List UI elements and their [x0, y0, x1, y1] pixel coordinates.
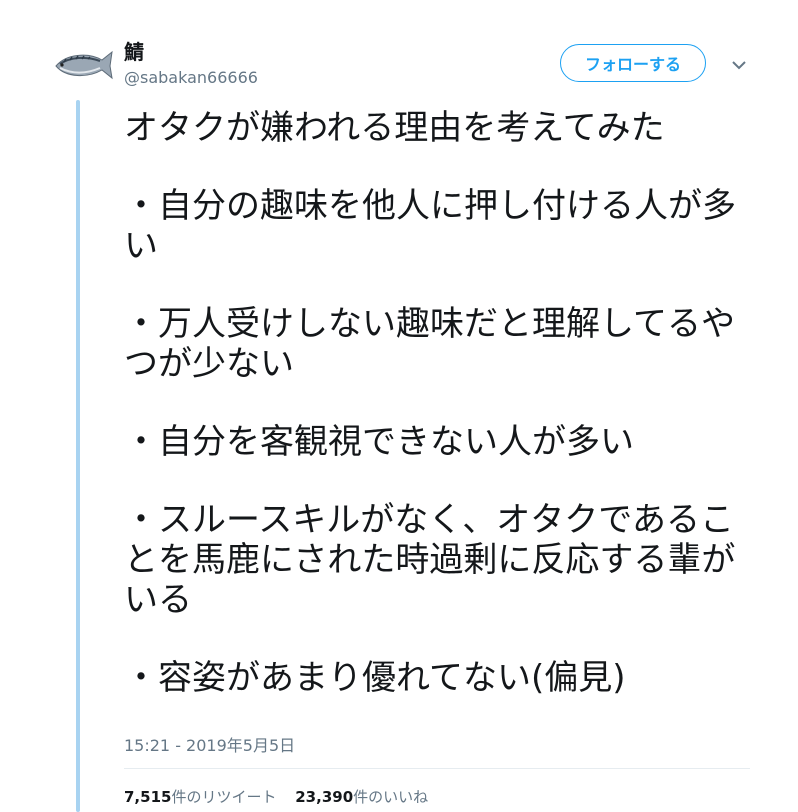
mackerel-avatar-icon	[55, 50, 113, 80]
tweet-line: つが少ない	[124, 344, 294, 384]
tweet-timestamp[interactable]: 15:21 - 2019年5月5日	[124, 732, 295, 756]
tweet-blank-line	[124, 266, 754, 304]
retweet-stat[interactable]: 7,515件のリツイート	[124, 788, 276, 806]
tweet-line: ・自分を客観視できない人が多い	[124, 422, 634, 462]
like-label: 件のいいね	[353, 788, 429, 806]
tweet-line: いる	[124, 580, 192, 620]
tweet-line: い	[124, 226, 158, 266]
tweet-blank-line	[124, 148, 754, 186]
follow-button[interactable]: フォローする	[560, 44, 706, 82]
tweet-stats: 7,515件のリツイート 23,390件のいいね	[124, 786, 442, 807]
like-count: 23,390	[295, 788, 354, 806]
tweet-line: ・自分の趣味を他人に押し付ける人が多	[124, 186, 736, 226]
tweet-line: ・万人受けしない趣味だと理解してるや	[124, 304, 735, 344]
thread-line	[76, 100, 80, 812]
tweet-line: とを馬鹿にされた時過剰に反応する輩が	[124, 540, 736, 580]
chevron-down-icon[interactable]	[728, 54, 750, 76]
tweet-line: オタクが嫌われる理由を考えてみた	[124, 108, 665, 148]
tweet-line: ・容姿があまり優れてない(偏見)	[124, 658, 626, 698]
like-stat[interactable]: 23,390件のいいね	[295, 788, 428, 806]
tweet-blank-line	[124, 384, 754, 422]
tweet-blank-line	[124, 620, 754, 658]
avatar[interactable]	[52, 44, 114, 92]
retweet-count: 7,515	[124, 788, 172, 806]
retweet-label: 件のリツイート	[171, 788, 277, 806]
tweet-line: ・スルースキルがなく、オタクであるこ	[124, 500, 734, 540]
user-handle[interactable]: @sabakan66666	[124, 68, 258, 87]
divider	[124, 768, 750, 769]
user-name[interactable]: 鯖	[124, 36, 144, 65]
tweet-text: オタクが嫌われる理由を考えてみた・自分の趣味を他人に押し付ける人が多い・万人受け…	[124, 108, 754, 698]
tweet-blank-line	[124, 462, 754, 500]
